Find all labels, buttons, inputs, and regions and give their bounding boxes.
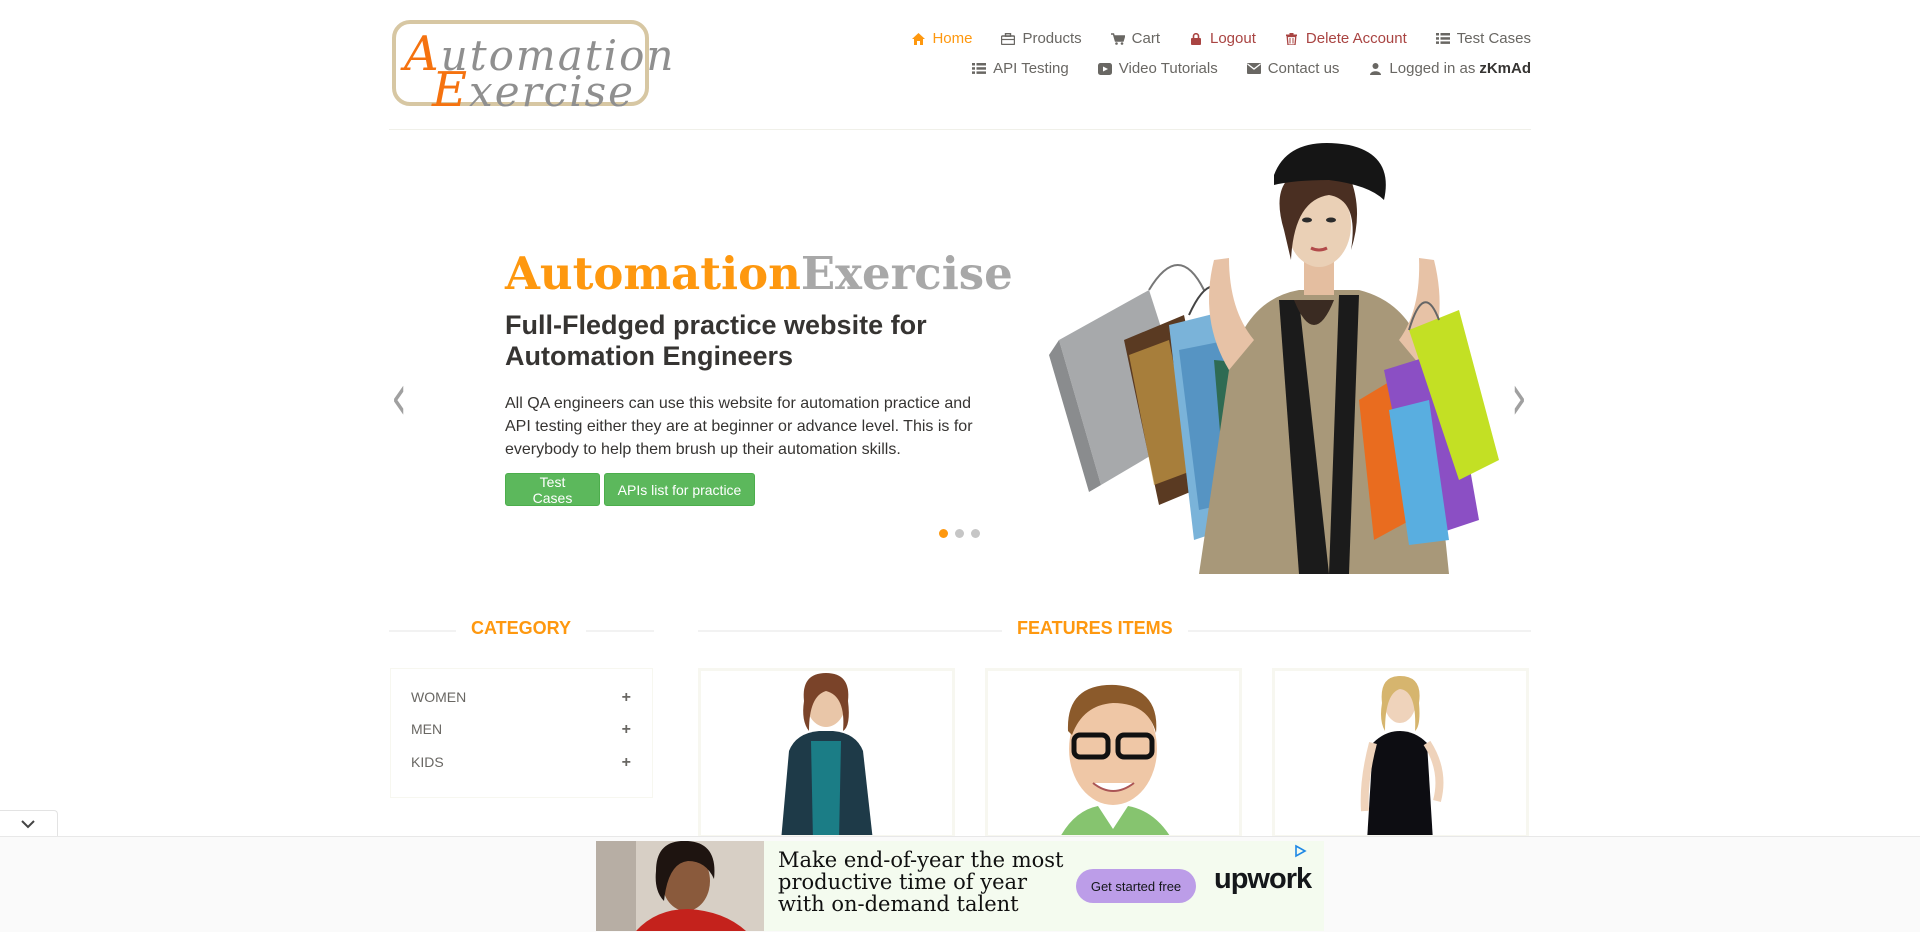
logged-in-label: Logged in as [1389,60,1476,77]
logo-line2: Exercise [432,62,635,118]
product-image [1360,676,1444,835]
plus-icon[interactable]: + [622,754,631,772]
slider-brand: AutomationExercise [505,247,1013,300]
slider-indicators [939,529,987,538]
advertisement[interactable]: Make end-of-year the most productive tim… [596,841,1324,931]
home-icon [910,32,926,45]
youtube-icon [1097,62,1113,75]
nav-video-tutorials[interactable]: Video Tutorials [1097,60,1218,77]
ad-choices-icon[interactable] [1293,844,1307,858]
nav-delete-label: Delete Account [1305,30,1407,47]
list-icon [971,63,987,74]
briefcase-icon [1000,32,1016,45]
category-panel: WOMEN + MEN + KIDS + [390,668,653,798]
slider-dot-3[interactable] [971,529,980,538]
logo-text-2: xercise [469,67,636,116]
nav-cart[interactable]: Cart [1110,30,1160,47]
nav-logout[interactable]: Logout [1188,30,1256,47]
nav-api-testing[interactable]: API Testing [971,60,1069,77]
product-image [781,673,873,835]
lock-icon [1188,32,1204,45]
username: zKmAd [1479,60,1531,77]
product-card[interactable] [985,668,1242,838]
product-image [1061,684,1170,835]
cart-icon [1110,32,1126,45]
ad-image [596,841,764,931]
slider-dot-1[interactable] [939,529,948,538]
user-icon [1367,62,1383,75]
category-item-women[interactable]: WOMEN + [411,689,631,707]
slider-next-arrow[interactable]: › [1511,361,1527,435]
ad-headline: Make end-of-year the most productive tim… [778,848,1064,916]
slider-headline: Full-Fledged practice website for Automa… [505,310,927,371]
nav-delete-account[interactable]: Delete Account [1284,30,1407,47]
test-cases-button[interactable]: Test Cases [505,473,600,506]
header-divider [389,129,1531,130]
hero-image [1029,140,1509,574]
nav-test-cases-label: Test Cases [1456,30,1531,47]
plus-icon[interactable]: + [622,689,631,707]
nav-products[interactable]: Products [1000,30,1082,47]
hero-slider: ‹ AutomationExercise Full-Fledged practi… [389,140,1531,574]
product-card[interactable] [1272,668,1529,838]
brand-gray: Exercise [800,247,1013,300]
site-logo[interactable]: Automation Exercise [392,20,673,118]
nav-home-label: Home [932,30,973,47]
product-card[interactable] [698,668,955,838]
main-nav: Home Products Cart Logout Delete Account [882,30,1531,47]
apis-list-button[interactable]: APIs list for practice [604,473,755,506]
chevron-down-icon [21,820,35,829]
secondary-nav: API Testing Video Tutorials Contact us L… [943,60,1531,77]
category-item-men[interactable]: MEN + [411,721,631,739]
nav-logged-in[interactable]: Logged in as zKmAd [1367,60,1531,77]
nav-contact-label: Contact us [1267,60,1340,77]
trash-icon [1284,32,1300,45]
nav-logout-label: Logout [1210,30,1256,47]
logo-cap-e: E [432,62,470,118]
upwork-logo: upwork [1214,863,1312,895]
envelope-icon [1246,63,1262,74]
nav-contact-us[interactable]: Contact us [1246,60,1340,77]
brand-orange: Automation [505,247,801,300]
list-icon [1435,33,1451,44]
nav-home[interactable]: Home [910,30,972,47]
slider-dot-2[interactable] [955,529,964,538]
ad-collapse-toggle[interactable] [0,810,58,837]
nav-video-label: Video Tutorials [1118,60,1218,77]
category-title: CATEGORY [456,618,587,639]
features-title: FEATURES ITEMS [1002,618,1188,639]
category-item-kids[interactable]: KIDS + [411,754,631,772]
nav-products-label: Products [1022,30,1082,47]
nav-cart-label: Cart [1131,30,1160,47]
slider-description: All QA engineers can use this website fo… [505,395,973,458]
category-label-men: MEN [411,721,443,737]
plus-icon[interactable]: + [622,721,631,739]
category-label-kids: KIDS [411,754,444,770]
ad-cta-button[interactable]: Get started free [1076,869,1196,903]
nav-api-label: API Testing [993,60,1069,77]
category-label-women: WOMEN [411,689,467,705]
slider-prev-arrow[interactable]: ‹ [391,361,407,435]
nav-test-cases[interactable]: Test Cases [1435,30,1531,47]
